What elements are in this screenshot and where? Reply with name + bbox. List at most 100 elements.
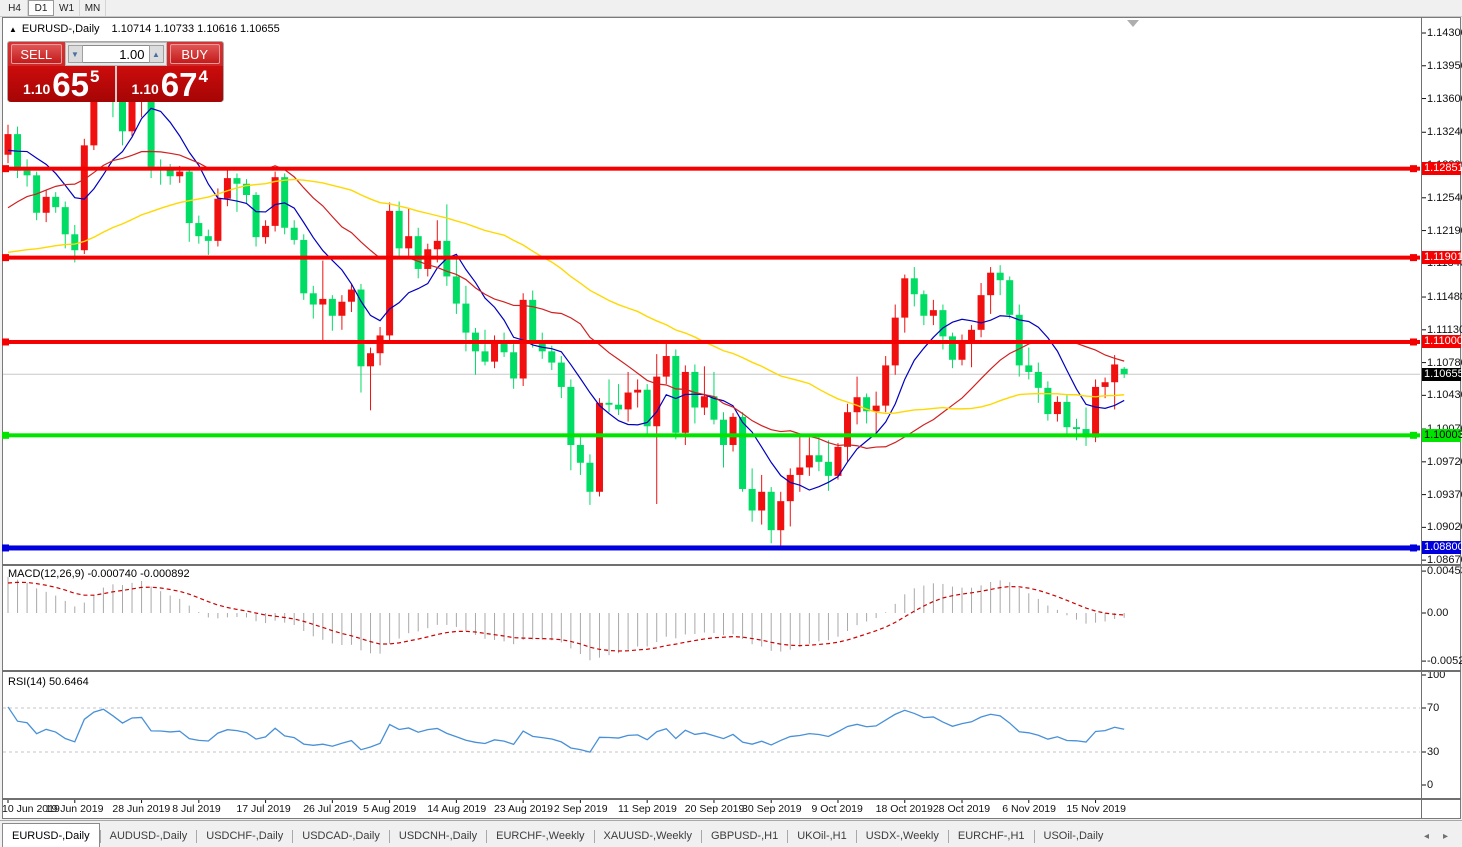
candle-body — [815, 455, 822, 462]
chart-tab-usdchf-daily[interactable]: USDCHF-,Daily — [197, 825, 292, 847]
candle-body — [482, 351, 489, 361]
line-right-handle[interactable] — [1410, 544, 1417, 551]
candle-body — [882, 365, 889, 405]
chart-tab-usdx-weekly[interactable]: USDX-,Weekly — [857, 825, 948, 847]
line-right-handle[interactable] — [1410, 432, 1417, 439]
chart-tab-eurchf-weekly[interactable]: EURCHF-,Weekly — [487, 825, 593, 847]
symbol-tab-bar: EURUSD-,DailyAUDUSD-,DailyUSDCHF-,DailyU… — [0, 820, 1462, 847]
candle-body — [233, 178, 240, 184]
price-axis-label: 1.13240 — [1427, 126, 1462, 138]
chart-tab-ukoil-h1[interactable]: UKOil-,H1 — [788, 825, 856, 847]
price-line-badge[interactable]: 1.10003 — [1422, 429, 1461, 442]
chart-tab-eurchf-h1[interactable]: EURCHF-,H1 — [949, 825, 1034, 847]
line-left-handle[interactable] — [2, 165, 9, 172]
line-left-handle[interactable] — [2, 432, 9, 439]
sell-price-quote[interactable]: 1.10 65 5 — [8, 66, 117, 102]
line-right-handle[interactable] — [1410, 165, 1417, 172]
one-click-trading-panel: SELL ▼ ▲ BUY 1.10 65 5 1.10 67 4 — [7, 41, 224, 102]
price-line-badge[interactable]: 1.12851 — [1422, 162, 1461, 175]
candle-body — [396, 211, 403, 248]
buy-button[interactable]: BUY — [170, 44, 221, 64]
chart-tab-xauusd-weekly[interactable]: XAUUSD-,Weekly — [595, 825, 701, 847]
horizontal-level-line[interactable] — [3, 256, 1420, 260]
date-axis-label: 11 Sep 2019 — [618, 803, 677, 815]
candle-body — [262, 226, 269, 237]
volume-input[interactable] — [83, 45, 149, 63]
chart-tab-usdcnh-daily[interactable]: USDCNH-,Daily — [390, 825, 486, 847]
tab-scroll-left-icon[interactable]: ◂ — [1424, 831, 1429, 842]
line-right-handle[interactable] — [1410, 254, 1417, 261]
price-axis-label: 1.12190 — [1427, 225, 1462, 237]
price-axis-label: 1.13600 — [1427, 93, 1462, 105]
date-axis-label: 9 Oct 2019 — [811, 803, 862, 815]
candle-body — [453, 276, 460, 303]
macd-pane[interactable] — [8, 577, 1124, 660]
chart-tab-usdcad-daily[interactable]: USDCAD-,Daily — [293, 825, 389, 847]
date-axis-label: 15 Nov 2019 — [1066, 803, 1126, 815]
tab-scroll-right-icon[interactable]: ▸ — [1443, 831, 1448, 842]
chart-tab-usoil-daily[interactable]: USOil-,Daily — [1035, 825, 1113, 847]
date-axis-label: 5 Aug 2019 — [363, 803, 416, 815]
candle-body — [606, 403, 613, 405]
candle-body — [939, 310, 946, 336]
collapse-triangle-icon[interactable]: ▲ — [9, 25, 17, 34]
buy-price-quote[interactable]: 1.10 67 4 — [117, 66, 224, 102]
price-axis-label: 1.12540 — [1427, 192, 1462, 204]
candle-body — [920, 294, 927, 316]
line-left-handle[interactable] — [2, 338, 9, 345]
line-left-handle[interactable] — [2, 544, 9, 551]
horizontal-level-line[interactable] — [3, 545, 1420, 550]
price-pane[interactable] — [2, 50, 1420, 552]
price-line-badge[interactable]: 1.11901 — [1422, 251, 1461, 264]
candle-body — [596, 403, 603, 492]
chart-plot-area[interactable] — [0, 0, 1462, 847]
price-line-badge[interactable]: 1.08800 — [1422, 541, 1461, 554]
candle-body — [787, 475, 794, 501]
price-axis-label: 1.09370 — [1427, 489, 1462, 501]
candle-body — [987, 273, 994, 295]
sell-button[interactable]: SELL — [11, 44, 62, 64]
candle-body — [701, 396, 708, 407]
volume-increase-button[interactable]: ▲ — [149, 45, 164, 63]
date-axis-label: 28 Oct 2019 — [933, 803, 990, 815]
price-line-badge[interactable]: 1.11000 — [1422, 335, 1461, 348]
candle-body — [634, 390, 641, 393]
sell-price-point: 5 — [90, 67, 99, 87]
volume-spinner: ▼ ▲ — [65, 42, 167, 66]
candle-body — [14, 134, 21, 171]
horizontal-level-line[interactable] — [3, 433, 1420, 437]
date-axis-label: 8 Jul 2019 — [172, 803, 220, 815]
date-axis-label: 20 Sep 2019 — [685, 803, 745, 815]
rsi-pane-separator[interactable] — [2, 670, 1461, 672]
sell-price-pips: 65 — [52, 71, 89, 98]
chart-tab-gbpusd-h1[interactable]: GBPUSD-,H1 — [702, 825, 787, 847]
line-left-handle[interactable] — [2, 254, 9, 261]
tab-scroll-arrows: ◂▸ — [1424, 831, 1448, 842]
candle-body — [510, 352, 517, 378]
line-right-handle[interactable] — [1410, 338, 1417, 345]
volume-decrease-button[interactable]: ▼ — [68, 45, 83, 63]
candle-body — [205, 236, 212, 241]
scroll-to-end-marker-icon[interactable] — [1127, 20, 1139, 27]
macd-pane-separator[interactable] — [2, 564, 1461, 566]
price-axis-label: 1.09720 — [1427, 456, 1462, 468]
macd-histogram — [8, 577, 1124, 660]
macd-axis-label: -0.005205 — [1427, 655, 1462, 667]
candle-body — [777, 501, 784, 530]
candle-body — [367, 353, 374, 366]
rsi-pane[interactable] — [3, 707, 1420, 752]
trading-platform-window: H4D1W1MN 1.143001.139501.136001.132401.1… — [0, 0, 1462, 847]
candle-body — [291, 228, 298, 240]
chart-tab-audusd-daily[interactable]: AUDUSD-,Daily — [101, 825, 197, 847]
buy-price-pips: 67 — [161, 71, 198, 98]
horizontal-level-line[interactable] — [3, 340, 1420, 344]
price-axis-border[interactable] — [1421, 17, 1422, 818]
candle-body — [739, 417, 746, 489]
horizontal-level-line[interactable] — [3, 167, 1420, 171]
candle-body — [148, 95, 155, 169]
chart-tab-eurusd-daily[interactable]: EURUSD-,Daily — [2, 823, 100, 847]
candle-body — [214, 199, 221, 241]
candle-body — [1063, 402, 1070, 427]
date-axis-label: 14 Aug 2019 — [427, 803, 486, 815]
candle-body — [844, 412, 851, 447]
